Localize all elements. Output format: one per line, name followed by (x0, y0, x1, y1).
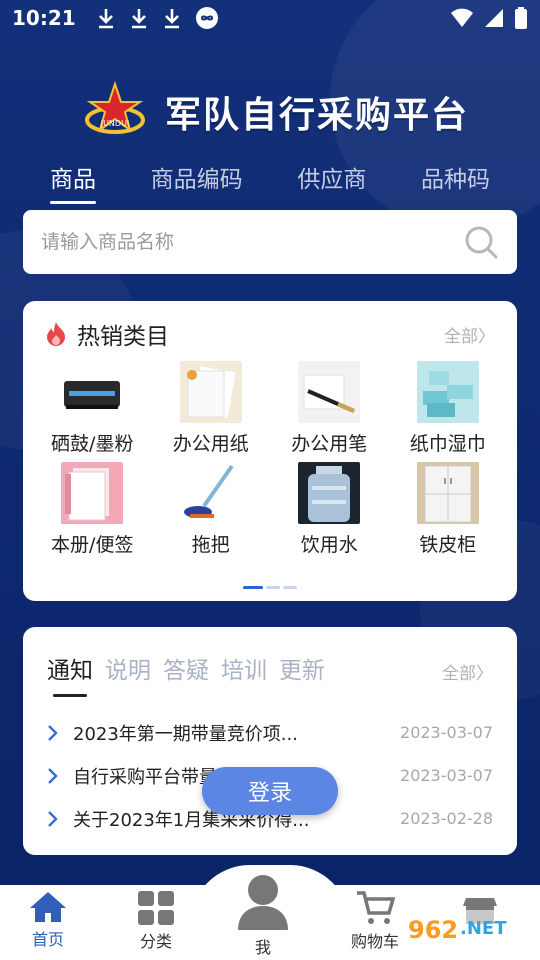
category-item[interactable]: 办公用纸 (152, 361, 271, 456)
tab-goods-code[interactable]: 商品编码 (151, 160, 243, 204)
category-label: 铁皮柜 (419, 534, 477, 556)
tab-qa[interactable]: 答疑 (163, 651, 209, 697)
office-pen-image (298, 361, 361, 423)
tab-supplier[interactable]: 供应商 (297, 160, 366, 204)
tab-notice[interactable]: 通知 (47, 651, 93, 697)
page-dot (243, 586, 263, 589)
category-label: 本册/便签 (51, 534, 134, 556)
nav-label: 购物车 (350, 932, 399, 951)
page-dot (266, 586, 280, 589)
battery-icon (515, 7, 527, 29)
user-icon (238, 875, 288, 930)
login-button[interactable]: 登录 (202, 767, 338, 815)
hot-categories-card: 热销类目 全部〉 硒鼓/墨粉 办公用纸 办公用笔 纸巾湿巾 本册/便签 拖把 饮… (23, 301, 517, 601)
category-item[interactable]: 纸巾湿巾 (389, 361, 508, 456)
infinity-icon (195, 7, 218, 29)
svg-text:JUNDUI: JUNDUI (100, 119, 130, 128)
category-item[interactable]: 拖把 (152, 462, 271, 557)
nav-label: 首页 (31, 930, 64, 949)
notice-date: 2023-03-07 (400, 766, 493, 785)
nav-label: 我 (254, 938, 271, 957)
category-label: 办公用纸 (172, 433, 249, 455)
toner-cartridge-image (61, 361, 124, 423)
search-icon[interactable] (463, 224, 499, 260)
search-input[interactable] (41, 231, 463, 253)
page-indicator (23, 586, 517, 589)
water-image (298, 462, 361, 524)
mop-image (179, 462, 242, 524)
category-label: 饮用水 (300, 534, 358, 556)
tab-updates[interactable]: 更新 (279, 651, 325, 697)
watermark-logo: 962 .NET (400, 910, 532, 952)
tissue-image (416, 361, 479, 423)
category-label: 办公用笔 (291, 433, 368, 455)
app-title: 军队自行采购平台 (165, 95, 470, 136)
search-bar (23, 210, 517, 274)
category-label: 拖把 (191, 534, 230, 556)
tab-training[interactable]: 培训 (221, 651, 267, 697)
download-icon (131, 9, 146, 29)
download-icon (164, 9, 179, 29)
office-paper-image (179, 361, 242, 423)
download-icon (98, 9, 113, 29)
chevron-right-icon: 〉 (476, 664, 493, 684)
svg-text:.NET: .NET (460, 918, 507, 939)
category-item[interactable]: 本册/便签 (33, 462, 152, 557)
tab-variety-code[interactable]: 品种码 (421, 160, 490, 204)
chevron-right-icon (48, 810, 58, 827)
notice-date: 2023-02-28 (400, 809, 493, 828)
cabinet-image (416, 462, 479, 524)
nav-label: 分类 (139, 932, 172, 951)
nav-me[interactable]: 我 (228, 872, 298, 958)
chevron-right-icon (48, 724, 58, 741)
nav-home[interactable]: 首页 (13, 890, 83, 950)
category-item[interactable]: 饮用水 (270, 462, 389, 557)
fire-icon (47, 322, 65, 346)
tab-goods[interactable]: 商品 (50, 160, 96, 204)
status-time: 10:21 (12, 6, 76, 30)
grid-icon (138, 891, 174, 925)
status-bar: 10:21 (0, 0, 540, 36)
notice-card: 通知 说明 答疑 培训 更新 全部〉 2023年第一期带量竞价项... 2023… (23, 627, 517, 855)
signal-icon (485, 9, 503, 27)
notebook-image (61, 462, 124, 524)
chevron-right-icon: 〉 (478, 326, 495, 347)
notice-more-link[interactable]: 全部〉 (442, 659, 493, 684)
hot-categories-title: 热销类目 (77, 324, 169, 350)
wifi-icon (451, 8, 473, 27)
home-icon (30, 892, 66, 922)
category-item[interactable]: 硒鼓/墨粉 (33, 361, 152, 456)
tab-instructions[interactable]: 说明 (105, 651, 151, 697)
search-type-tabs: 商品 商品编码 供应商 品种码 (40, 160, 500, 204)
notice-title: 2023年第一期带量竞价项... (73, 723, 298, 745)
svg-text:962: 962 (408, 916, 458, 944)
category-label: 纸巾湿巾 (409, 433, 486, 455)
logo-icon: JUNDUI (85, 80, 145, 134)
category-label: 硒鼓/墨粉 (51, 433, 134, 455)
page-dot (283, 586, 297, 589)
chevron-right-icon (48, 767, 58, 784)
hot-more-link[interactable]: 全部〉 (444, 322, 495, 347)
notice-date: 2023-03-07 (400, 723, 493, 742)
nav-category[interactable]: 分类 (121, 890, 191, 952)
category-item[interactable]: 铁皮柜 (389, 462, 508, 557)
category-item[interactable]: 办公用笔 (270, 361, 389, 456)
notice-item[interactable]: 2023年第一期带量竞价项... 2023-03-07 (45, 711, 493, 754)
cart-icon (357, 891, 395, 924)
